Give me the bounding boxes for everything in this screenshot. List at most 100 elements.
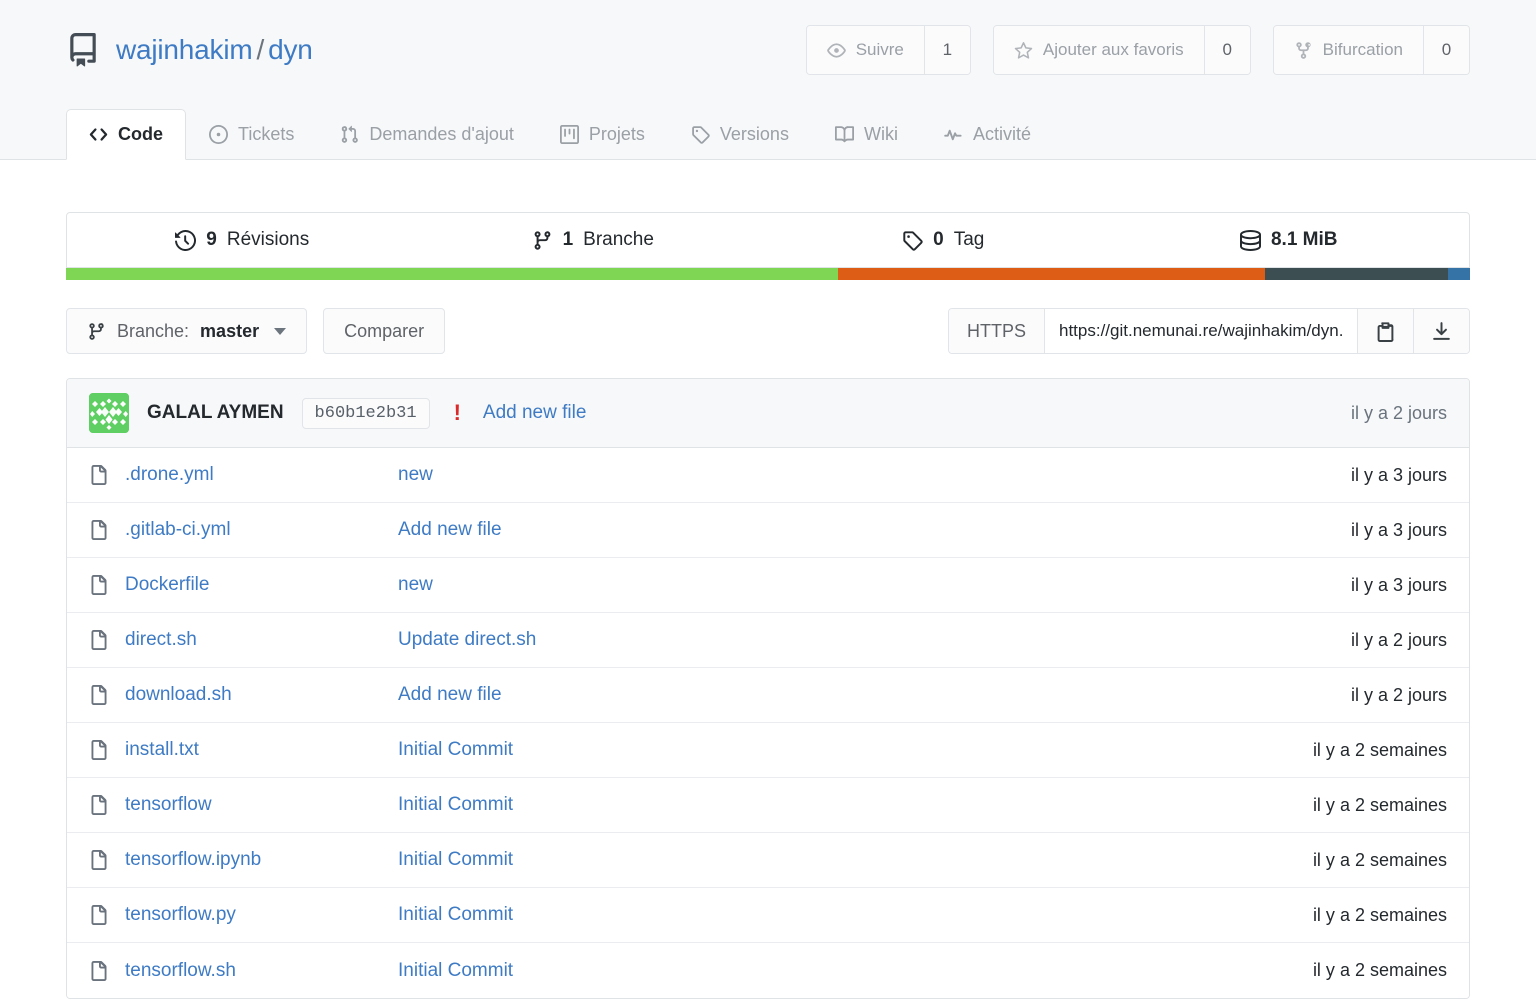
language-segment-lang-blue xyxy=(1447,268,1470,280)
branch-prefix-label: Branche: xyxy=(117,320,190,341)
page-title: wajinhakim / dyn xyxy=(116,33,313,67)
book-icon xyxy=(834,125,854,144)
stat-tags-count: 0 xyxy=(933,229,944,250)
file-commit-message-link[interactable]: Add new file xyxy=(398,519,502,541)
tab-releases[interactable]: Versions xyxy=(668,109,812,160)
repo-title-row: wajinhakim / dyn Suivre 1 Ajouter aux fa… xyxy=(66,0,1470,100)
file-icon xyxy=(89,520,109,540)
file-commit-message-link[interactable]: Initial Commit xyxy=(398,739,513,761)
clone-url-group: HTTPS xyxy=(947,308,1470,354)
stat-tags[interactable]: 0 Tag xyxy=(768,213,1119,267)
file-name-link[interactable]: tensorflow.py xyxy=(125,904,236,926)
file-icon xyxy=(89,685,109,705)
star-label: Ajouter aux favoris xyxy=(1042,40,1184,59)
tab-projects[interactable]: Projets xyxy=(537,109,668,160)
file-name-cell: download.sh xyxy=(89,684,398,706)
repo-book-icon xyxy=(66,33,100,67)
clone-protocol-button[interactable]: HTTPS xyxy=(948,309,1045,353)
tab-issues-label: Tickets xyxy=(238,124,295,144)
star-button-group: Ajouter aux favoris 0 xyxy=(992,25,1251,75)
file-name-link[interactable]: tensorflow.ipynb xyxy=(125,849,261,871)
download-zip-button[interactable] xyxy=(1413,309,1469,353)
file-commit-message-link[interactable]: Initial Commit xyxy=(398,849,513,871)
commit-status-warning-icon[interactable]: ! xyxy=(454,402,461,424)
file-name-link[interactable]: .drone.yml xyxy=(125,464,214,486)
stat-commits-count: 9 xyxy=(206,229,217,250)
file-commit-message-link[interactable]: new xyxy=(398,464,433,486)
stat-tags-label: Tag xyxy=(953,229,985,250)
tab-activity[interactable]: Activité xyxy=(921,109,1054,160)
file-name-link[interactable]: direct.sh xyxy=(125,629,197,651)
fork-icon xyxy=(1294,41,1313,60)
tab-code[interactable]: Code xyxy=(66,109,186,160)
chevron-down-icon xyxy=(274,327,287,335)
file-rows-container: .drone.yml new il y a 3 jours .gitlab-ci.ym… xyxy=(67,448,1469,998)
language-segment-lang-green xyxy=(66,268,839,280)
clipboard-icon xyxy=(1375,321,1396,342)
tab-activity-label: Activité xyxy=(972,124,1031,144)
file-name-link[interactable]: download.sh xyxy=(125,684,232,706)
commit-message-link[interactable]: Add new file xyxy=(483,402,587,424)
file-commit-message-link[interactable]: Initial Commit xyxy=(398,904,513,926)
file-name-cell: tensorflow xyxy=(89,794,398,816)
file-name-cell: direct.sh xyxy=(89,629,398,651)
table-row: Dockerfile new il y a 3 jours xyxy=(67,558,1469,613)
file-timestamp: il y a 2 jours xyxy=(1350,684,1447,705)
file-name-cell: install.txt xyxy=(89,739,398,761)
stat-commits[interactable]: 9 Révisions xyxy=(67,213,418,267)
star-icon xyxy=(1014,41,1033,60)
file-icon xyxy=(89,740,109,760)
star-button[interactable]: Ajouter aux favoris xyxy=(993,26,1204,74)
repo-owner-link[interactable]: wajinhakim xyxy=(116,34,253,65)
file-name-link[interactable]: .gitlab-ci.yml xyxy=(125,519,231,541)
watch-button[interactable]: Suivre xyxy=(806,26,924,74)
branch-selector-button[interactable]: Branche: master xyxy=(66,308,308,354)
commit-hash-badge[interactable]: b60b1e2b31 xyxy=(301,397,430,429)
file-timestamp: il y a 3 jours xyxy=(1350,464,1447,485)
toolbar-left: Branche: master Comparer xyxy=(66,308,446,354)
tag-icon xyxy=(691,125,710,144)
tab-pull-requests[interactable]: Demandes d'ajout xyxy=(317,109,537,160)
table-row: tensorflow.py Initial Commit il y a 2 sema… xyxy=(67,888,1469,943)
tab-wiki[interactable]: Wiki xyxy=(812,109,921,160)
tag-icon xyxy=(902,230,923,251)
file-commit-message-link[interactable]: new xyxy=(398,574,433,596)
clone-url-input[interactable] xyxy=(1045,309,1357,353)
tab-pull-requests-label: Demandes d'ajout xyxy=(369,124,514,144)
compare-button[interactable]: Comparer xyxy=(323,308,446,354)
file-timestamp: il y a 2 jours xyxy=(1350,629,1447,650)
repo-name-link[interactable]: dyn xyxy=(268,34,313,65)
repo-breadcrumb: wajinhakim / dyn xyxy=(66,33,313,67)
file-list-table: GALAL AYMEN b60b1e2b31 ! Add new file il… xyxy=(66,378,1470,999)
branch-current-name: master xyxy=(200,320,260,341)
file-name-link[interactable]: tensorflow.sh xyxy=(125,960,236,982)
file-timestamp: il y a 2 semaines xyxy=(1312,849,1447,870)
commit-author-name[interactable]: GALAL AYMEN xyxy=(147,402,284,424)
file-timestamp: il y a 2 semaines xyxy=(1312,960,1447,980)
language-segment-lang-slate xyxy=(1265,268,1448,280)
download-icon xyxy=(1431,321,1452,342)
repo-separator: / xyxy=(256,34,265,65)
file-commit-message-link[interactable]: Add new file xyxy=(398,684,502,706)
file-commit-message-link[interactable]: Update direct.sh xyxy=(398,629,536,651)
file-commit-message-link[interactable]: Initial Commit xyxy=(398,794,513,816)
file-name-link[interactable]: Dockerfile xyxy=(125,574,209,596)
fork-button[interactable]: Bifurcation xyxy=(1273,26,1423,74)
tab-projects-label: Projets xyxy=(588,124,645,144)
table-row: .drone.yml new il y a 3 jours xyxy=(67,448,1469,503)
stat-branches[interactable]: 1 Branche xyxy=(418,213,769,267)
file-icon xyxy=(89,850,109,870)
copy-clone-url-button[interactable] xyxy=(1357,309,1413,353)
identicon-avatar xyxy=(89,393,129,433)
watch-count[interactable]: 1 xyxy=(923,26,970,74)
file-name-link[interactable]: tensorflow xyxy=(125,794,212,816)
database-icon xyxy=(1239,229,1261,251)
fork-count[interactable]: 0 xyxy=(1423,26,1469,74)
tab-releases-label: Versions xyxy=(719,124,789,144)
pull-request-icon xyxy=(340,125,359,144)
tab-issues[interactable]: Tickets xyxy=(186,109,317,160)
repo-header: wajinhakim / dyn Suivre 1 Ajouter aux fa… xyxy=(0,0,1536,160)
file-commit-message-link[interactable]: Initial Commit xyxy=(398,960,513,982)
star-count[interactable]: 0 xyxy=(1203,26,1250,74)
file-name-link[interactable]: install.txt xyxy=(125,739,199,761)
